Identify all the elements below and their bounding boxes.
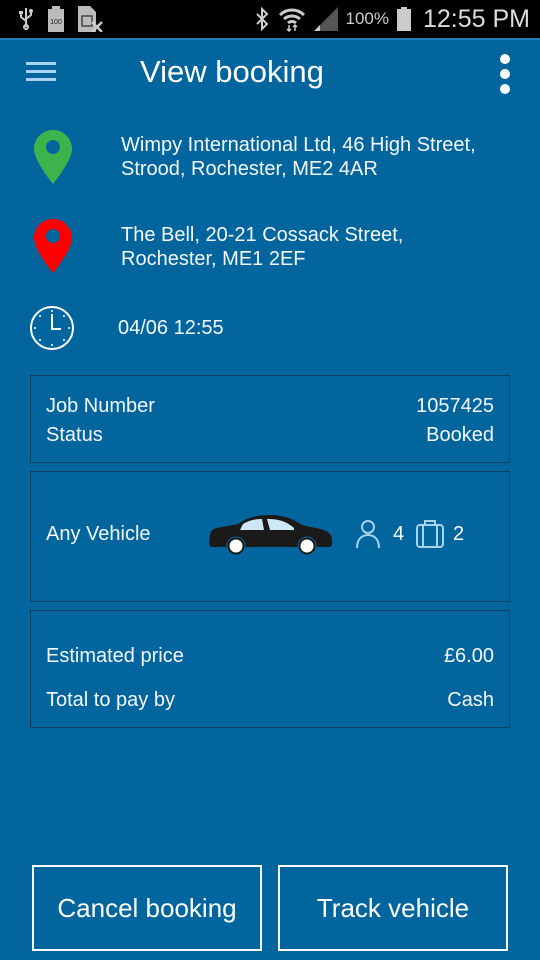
job-number-label: Job Number: [46, 395, 155, 417]
luggage-count: 2: [453, 523, 465, 545]
app-bar: View booking: [0, 40, 540, 108]
pickup-time-value: 04/06 12:55: [118, 317, 224, 339]
payment-method-label: Total to pay by: [46, 689, 175, 711]
dropoff-address-line1: The Bell, 20-21 Cossack Street,: [121, 224, 404, 246]
status-label: Status: [46, 424, 103, 446]
hamburger-menu-icon[interactable]: [26, 62, 56, 84]
wifi-icon: [278, 8, 305, 32]
clock-icon: [30, 306, 74, 350]
estimated-price-row: Estimated price £6.00: [46, 645, 494, 668]
pickup-location: Wimpy International Ltd, 46 High Street,…: [0, 130, 540, 186]
track-vehicle-button[interactable]: Track vehicle: [278, 865, 508, 951]
passenger-count: 4: [393, 523, 405, 545]
usb-icon: [19, 8, 33, 30]
page-title: View booking: [140, 54, 324, 89]
green-location-pin-icon: [34, 130, 72, 184]
no-sim-icon: [78, 6, 103, 32]
status-row: Status Booked: [46, 424, 494, 447]
dropoff-address-line2: Rochester, ME1 2EF: [121, 248, 306, 270]
payment-method-value: Cash: [447, 689, 494, 711]
status-time: 12:55 PM: [422, 4, 530, 33]
signal-icon: [313, 7, 338, 31]
status-badge: Booked: [426, 424, 494, 446]
estimated-price-label: Estimated price: [46, 645, 184, 667]
vehicle-type: Any Vehicle: [46, 523, 151, 545]
battery-percent: 100%: [345, 9, 389, 28]
pickup-address-line2: Strood, Rochester, ME2 4AR: [121, 158, 378, 180]
pickup-address: Wimpy International Ltd, 46 High Street,…: [121, 133, 476, 181]
person-icon: [356, 520, 380, 549]
suitcase-icon: [416, 520, 444, 548]
bluetooth-icon: [255, 7, 268, 31]
vehicle-card: Any Vehicle 4 2: [30, 471, 510, 602]
dropoff-address: The Bell, 20-21 Cossack Street, Rocheste…: [121, 223, 403, 271]
job-card: Job Number 1057425 Status Booked: [30, 375, 510, 463]
pickup-time: 04/06 12:55: [0, 305, 540, 351]
battery-icon: [396, 7, 411, 31]
status-bar: 100 100% 12:55 PM: [0, 0, 540, 38]
battery-100-icon: 100: [48, 6, 64, 32]
pickup-address-line1: Wimpy International Ltd, 46 High Street,: [121, 134, 476, 156]
job-number-value: 1057425: [416, 395, 494, 417]
svg-text:100: 100: [50, 19, 62, 26]
dropoff-location: The Bell, 20-21 Cossack Street, Rocheste…: [0, 219, 540, 275]
more-vert-icon[interactable]: [498, 54, 512, 94]
car-icon: [209, 515, 332, 556]
estimated-price-value: £6.00: [443, 645, 494, 667]
red-location-pin-icon: [34, 219, 72, 273]
payment-method-row: Total to pay by Cash: [46, 689, 494, 712]
price-card: Estimated price £6.00 Total to pay by Ca…: [30, 610, 510, 728]
cancel-booking-button[interactable]: Cancel booking: [32, 865, 262, 951]
job-number-row: Job Number 1057425: [46, 395, 494, 418]
